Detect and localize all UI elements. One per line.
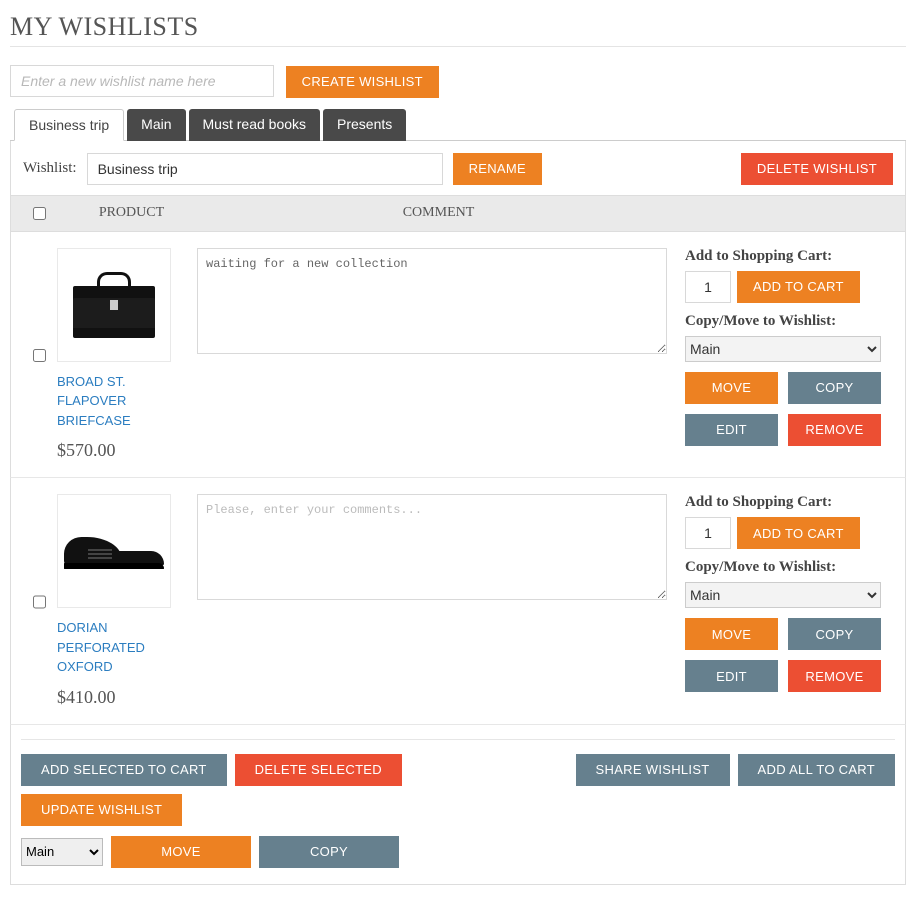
column-comment-header: COMMENT	[204, 205, 673, 221]
comment-input[interactable]: waiting for a new collection	[197, 248, 667, 354]
bulk-copy-button[interactable]: COPY	[259, 836, 399, 868]
delete-wishlist-button[interactable]: DELETE WISHLIST	[741, 153, 893, 185]
shoe-icon	[64, 529, 164, 573]
page-title: MY WISHLISTS	[10, 12, 906, 47]
edit-button[interactable]: EDIT	[685, 414, 778, 446]
move-button[interactable]: MOVE	[685, 372, 778, 404]
add-to-cart-button[interactable]: ADD TO CART	[737, 517, 860, 549]
add-all-to-cart-button[interactable]: ADD ALL TO CART	[738, 754, 895, 786]
remove-button[interactable]: REMOVE	[788, 414, 881, 446]
tab-business-trip[interactable]: Business trip	[14, 109, 124, 141]
target-wishlist-select[interactable]: Main	[685, 582, 881, 608]
wishlist-item-row: DORIAN PERFORATED OXFORD $410.00 Add to …	[10, 478, 906, 725]
briefcase-icon	[73, 272, 155, 338]
product-price: $570.00	[57, 440, 187, 461]
product-link[interactable]: DORIAN PERFORATED OXFORD	[57, 618, 187, 677]
move-button[interactable]: MOVE	[685, 618, 778, 650]
new-wishlist-input[interactable]	[10, 65, 274, 97]
add-to-cart-header: Add to Shopping Cart:	[685, 248, 895, 265]
wishlist-tabs: Business tripMainMust read booksPresents	[10, 108, 906, 141]
product-image[interactable]	[57, 494, 171, 608]
bulk-move-button[interactable]: MOVE	[111, 836, 251, 868]
target-wishlist-select[interactable]: Main	[685, 336, 881, 362]
qty-input[interactable]	[685, 271, 731, 303]
create-wishlist-button[interactable]: CREATE WISHLIST	[286, 66, 439, 98]
add-to-cart-button[interactable]: ADD TO CART	[737, 271, 860, 303]
product-link[interactable]: BROAD ST. FLAPOVER BRIEFCASE	[57, 372, 187, 431]
wishlist-item-row: BROAD ST. FLAPOVER BRIEFCASE $570.00 wai…	[10, 232, 906, 479]
add-to-cart-header: Add to Shopping Cart:	[685, 494, 895, 511]
item-checkbox[interactable]	[33, 253, 46, 459]
wishlist-name-input[interactable]	[87, 153, 443, 185]
remove-button[interactable]: REMOVE	[788, 660, 881, 692]
item-checkbox[interactable]	[33, 499, 46, 705]
comment-input[interactable]	[197, 494, 667, 600]
copy-button[interactable]: COPY	[788, 618, 881, 650]
rename-button[interactable]: RENAME	[453, 153, 542, 185]
qty-input[interactable]	[685, 517, 731, 549]
product-image[interactable]	[57, 248, 171, 362]
wishlist-label: Wishlist:	[23, 160, 77, 177]
tab-presents[interactable]: Presents	[323, 109, 406, 141]
copy-move-header: Copy/Move to Wishlist:	[685, 559, 895, 576]
tab-must-read-books[interactable]: Must read books	[189, 109, 321, 141]
product-price: $410.00	[57, 687, 187, 708]
copy-button[interactable]: COPY	[788, 372, 881, 404]
add-selected-to-cart-button[interactable]: ADD SELECTED TO CART	[21, 754, 227, 786]
bulk-wishlist-select[interactable]: Main	[21, 838, 103, 866]
column-product-header: PRODUCT	[59, 205, 204, 221]
tab-main[interactable]: Main	[127, 109, 185, 141]
select-all-checkbox[interactable]	[33, 207, 46, 220]
delete-selected-button[interactable]: DELETE SELECTED	[235, 754, 402, 786]
copy-move-header: Copy/Move to Wishlist:	[685, 313, 895, 330]
share-wishlist-button[interactable]: SHARE WISHLIST	[576, 754, 730, 786]
update-wishlist-button[interactable]: UPDATE WISHLIST	[21, 794, 182, 826]
edit-button[interactable]: EDIT	[685, 660, 778, 692]
